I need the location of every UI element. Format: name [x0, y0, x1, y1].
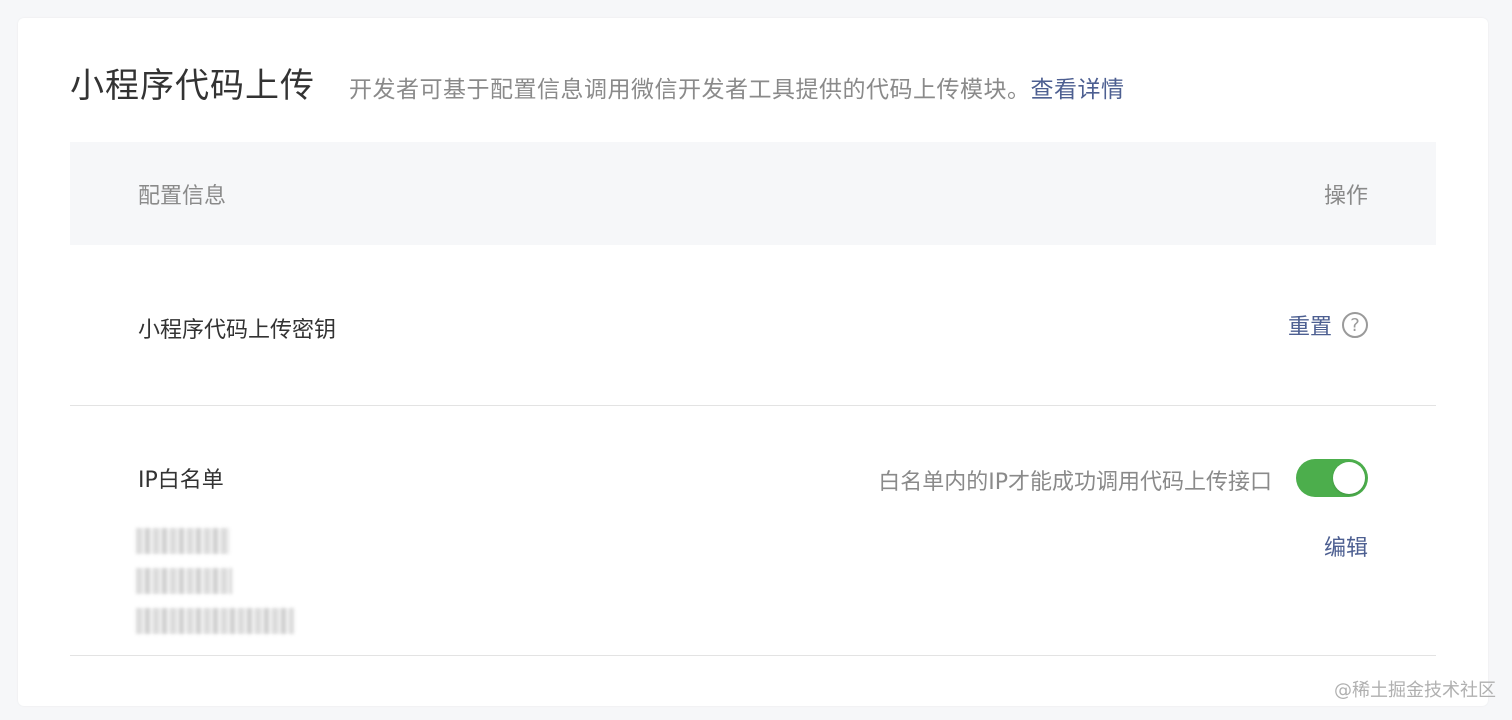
ip-address-list [136, 528, 294, 648]
ip-address-redacted [136, 608, 294, 634]
page-header: 小程序代码上传 开发者可基于配置信息调用微信开发者工具提供的代码上传模块。查看详… [70, 58, 1125, 107]
upload-key-label: 小程序代码上传密钥 [138, 318, 337, 343]
ip-address-redacted [136, 568, 232, 594]
ip-whitelist-hint: 白名单内的IP才能成功调用代码上传接口 [878, 470, 1272, 495]
upload-key-row: 小程序代码上传密钥 重置 ? [70, 245, 1436, 406]
column-config-info: 配置信息 [138, 184, 227, 209]
toggle-knob [1333, 462, 1365, 494]
view-details-link[interactable]: 查看详情 [1031, 77, 1125, 103]
edit-whitelist-link[interactable]: 编辑 [1324, 530, 1368, 562]
column-action: 操作 [1323, 184, 1368, 209]
ip-whitelist-row: IP白名单 白名单内的IP才能成功调用代码上传接口 编辑 [70, 406, 1436, 656]
ip-address-redacted [136, 528, 230, 554]
page-title: 小程序代码上传 [70, 66, 315, 106]
description-text: 开发者可基于配置信息调用微信开发者工具提供的代码上传模块。 [349, 77, 1031, 103]
watermark: @稀土掘金技术社区 [1334, 680, 1496, 701]
page-description: 开发者可基于配置信息调用微信开发者工具提供的代码上传模块。查看详情 [349, 70, 1125, 104]
ip-whitelist-toggle[interactable] [1296, 459, 1368, 497]
ip-whitelist-label: IP白名单 [138, 468, 224, 493]
reset-key-link[interactable]: 重置 [1288, 309, 1332, 341]
reset-action: 重置 ? [1288, 309, 1368, 341]
upload-settings-card: 小程序代码上传 开发者可基于配置信息调用微信开发者工具提供的代码上传模块。查看详… [18, 18, 1488, 706]
help-icon[interactable]: ? [1342, 312, 1368, 338]
table-header: 配置信息 操作 [70, 142, 1436, 245]
